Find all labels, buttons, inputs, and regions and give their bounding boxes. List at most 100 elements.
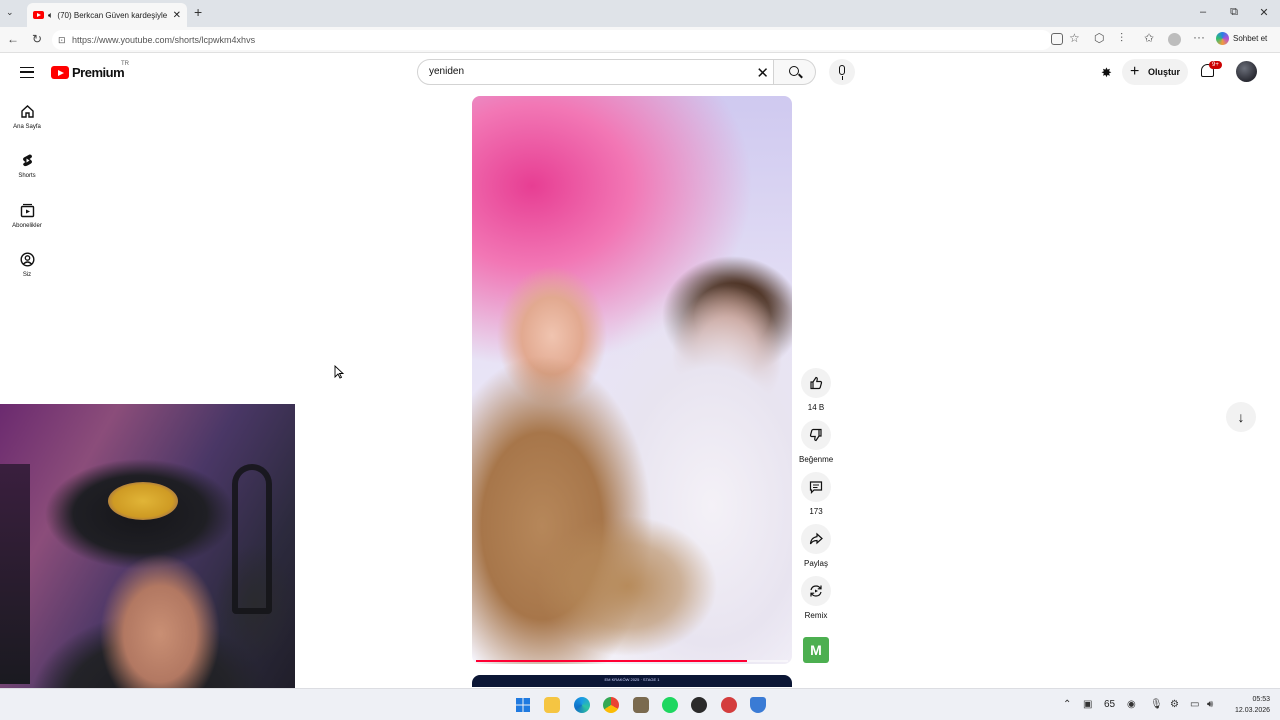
clear-search-icon[interactable]: ✕ xyxy=(756,62,769,86)
sidebar-item-home[interactable]: Ana Sayfa xyxy=(0,104,54,130)
profile-icon[interactable] xyxy=(1168,33,1181,46)
comment-count: 173 xyxy=(809,507,823,516)
sidebar-item-shorts[interactable]: Shorts xyxy=(0,153,54,179)
logo-text: Premium xyxy=(72,65,125,80)
app-available-icon[interactable] xyxy=(1051,33,1063,45)
channel-avatar-button[interactable]: M xyxy=(803,637,829,663)
tab-title: (70) Berkcan Güven kardeşiyle xyxy=(57,10,168,20)
back-button[interactable]: ← xyxy=(6,32,20,46)
notification-badge: 9+ xyxy=(1209,61,1222,69)
url-field[interactable]: ⊡ https://www.youtube.com/shorts/lcpwkm4… xyxy=(52,30,1052,50)
thumbs-down-icon xyxy=(801,420,831,450)
like-count: 14 B xyxy=(807,403,825,412)
youtube-premium-logo[interactable]: Premium TR xyxy=(51,61,129,80)
split-screen-icon[interactable]: ⫶ xyxy=(1120,31,1123,46)
sidebar-item-label: Ana Sayfa xyxy=(13,124,41,130)
browser-tab[interactable]: 🔈︎ (70) Berkcan Güven kardeşiyle ✕ xyxy=(27,3,187,27)
tray-value: 65 xyxy=(1104,699,1116,710)
sidebar-item-label: Siz xyxy=(22,272,32,278)
tray-app-icon[interactable]: ▣ xyxy=(1083,699,1092,710)
youtube-favicon-icon xyxy=(33,11,44,19)
tray-settings-icon[interactable]: ⚙ xyxy=(1170,699,1179,710)
sidebar-item-subscriptions[interactable]: Abonelikler xyxy=(0,203,54,229)
video-progress-bar[interactable] xyxy=(476,660,788,662)
comment-icon xyxy=(801,472,831,502)
tab-list-chevron-icon[interactable]: ⌄ xyxy=(6,7,14,18)
taskbar-clock[interactable]: 05:53 12.03.2026 xyxy=(1235,694,1270,716)
favorite-star-icon[interactable]: ☆ xyxy=(1069,31,1080,45)
shorts-icon xyxy=(20,153,35,168)
file-explorer-icon[interactable] xyxy=(544,697,560,713)
edge-browser-icon[interactable] xyxy=(574,697,590,713)
shorts-spark-icon[interactable]: ✸ xyxy=(1101,65,1112,81)
obs-icon[interactable] xyxy=(691,697,707,713)
dislike-label: Beğenme xyxy=(799,455,834,464)
create-button[interactable]: + Oluştur xyxy=(1122,59,1188,85)
next-short-caption: EM KRAKÓW 2025 · STAGE 1 xyxy=(604,677,660,682)
shield-app-icon[interactable] xyxy=(750,697,766,713)
restore-button[interactable]: ⧉ xyxy=(1227,6,1241,19)
app-icon[interactable] xyxy=(633,697,649,713)
share-button[interactable]: Paylaş xyxy=(799,524,833,568)
windows-taskbar: ⌃ ▣ 65 ◉ 🎙︎ ⚙ ▭ 🔊︎ 05:53 12.03.2026 xyxy=(0,688,1280,720)
copilot-label: Sohbet et xyxy=(1233,34,1268,43)
subscriptions-icon xyxy=(20,203,35,218)
clock-date: 12.03.2026 xyxy=(1235,707,1271,714)
thumbs-up-icon xyxy=(801,368,831,398)
comments-button[interactable]: 173 xyxy=(799,472,833,516)
create-label: Oluştur xyxy=(1148,67,1181,77)
speaker-icon[interactable]: 🔈︎ xyxy=(48,10,53,21)
start-windows-icon[interactable] xyxy=(515,697,531,713)
dislike-button[interactable]: Beğenme xyxy=(799,420,833,464)
close-tab-icon[interactable]: ✕ xyxy=(173,10,187,21)
share-arrow-icon xyxy=(801,524,831,554)
url-text: https://www.youtube.com/shorts/lcpwkm4xh… xyxy=(72,35,256,45)
site-info-icon[interactable]: ⊡ xyxy=(58,30,66,50)
lakers-cap-logo xyxy=(108,482,178,520)
extensions-icon[interactable]: ⬡ xyxy=(1094,31,1104,45)
display-icon[interactable]: ▭ xyxy=(1190,699,1199,710)
shirt-print-graphic xyxy=(733,417,775,439)
chrome-icon[interactable] xyxy=(603,697,619,713)
new-tab-button[interactable]: + xyxy=(194,4,202,20)
remix-button[interactable]: Remix xyxy=(799,576,833,620)
share-label: Paylaş xyxy=(803,559,828,568)
next-short-preview[interactable]: EM KRAKÓW 2025 · STAGE 1 xyxy=(472,675,792,687)
sidebar-item-label: Shorts xyxy=(18,173,36,179)
tray-overflow-chevron-icon[interactable]: ⌃ xyxy=(1063,699,1071,710)
mouse-cursor-icon xyxy=(334,364,345,384)
close-window-button[interactable]: ✕ xyxy=(1257,6,1271,19)
streamer-webcam-overlay xyxy=(0,404,295,720)
sidebar-item-you[interactable]: Siz xyxy=(0,252,54,278)
plus-icon: + xyxy=(1130,63,1140,80)
microphone-icon xyxy=(839,65,845,75)
search-button[interactable] xyxy=(774,59,816,85)
spotify-icon[interactable] xyxy=(662,697,678,713)
more-options-icon[interactable]: ··· xyxy=(1193,30,1205,44)
search-icon xyxy=(789,66,799,76)
youtube-play-icon xyxy=(51,66,69,79)
microphone-tray-icon[interactable]: 🎙︎ xyxy=(1150,699,1163,710)
like-button[interactable]: 14 B xyxy=(799,368,833,412)
refresh-button[interactable]: ↻ xyxy=(30,32,44,46)
home-icon xyxy=(20,104,35,119)
browser-tab-bar: ⌄ 🔈︎ (70) Berkcan Güven kardeşiyle ✕ + –… xyxy=(0,0,1280,27)
microphone-stand xyxy=(841,76,843,80)
region-code: TR xyxy=(121,61,129,67)
next-video-arrow-icon[interactable]: ↓ xyxy=(1226,402,1256,432)
search-input[interactable]: yeniden ✕ xyxy=(417,59,774,85)
shorts-video-player[interactable] xyxy=(472,96,792,664)
menu-icon[interactable] xyxy=(20,67,34,78)
copilot-chat-button[interactable]: Sohbet et xyxy=(1216,32,1267,45)
guitar-graphic xyxy=(0,464,30,684)
headphones-graphic xyxy=(232,464,272,614)
favorites-icon[interactable]: ✩ xyxy=(1144,31,1154,45)
volume-icon[interactable]: 🔊︎ xyxy=(1207,699,1213,710)
video-progress-fill xyxy=(476,660,748,662)
minimize-button[interactable]: – xyxy=(1196,6,1210,18)
remix-label: Remix xyxy=(804,611,828,620)
voice-search-button[interactable] xyxy=(829,59,855,85)
steam-icon[interactable]: ◉ xyxy=(1127,699,1136,710)
app-red-icon[interactable] xyxy=(721,697,737,713)
account-avatar[interactable] xyxy=(1236,61,1257,82)
